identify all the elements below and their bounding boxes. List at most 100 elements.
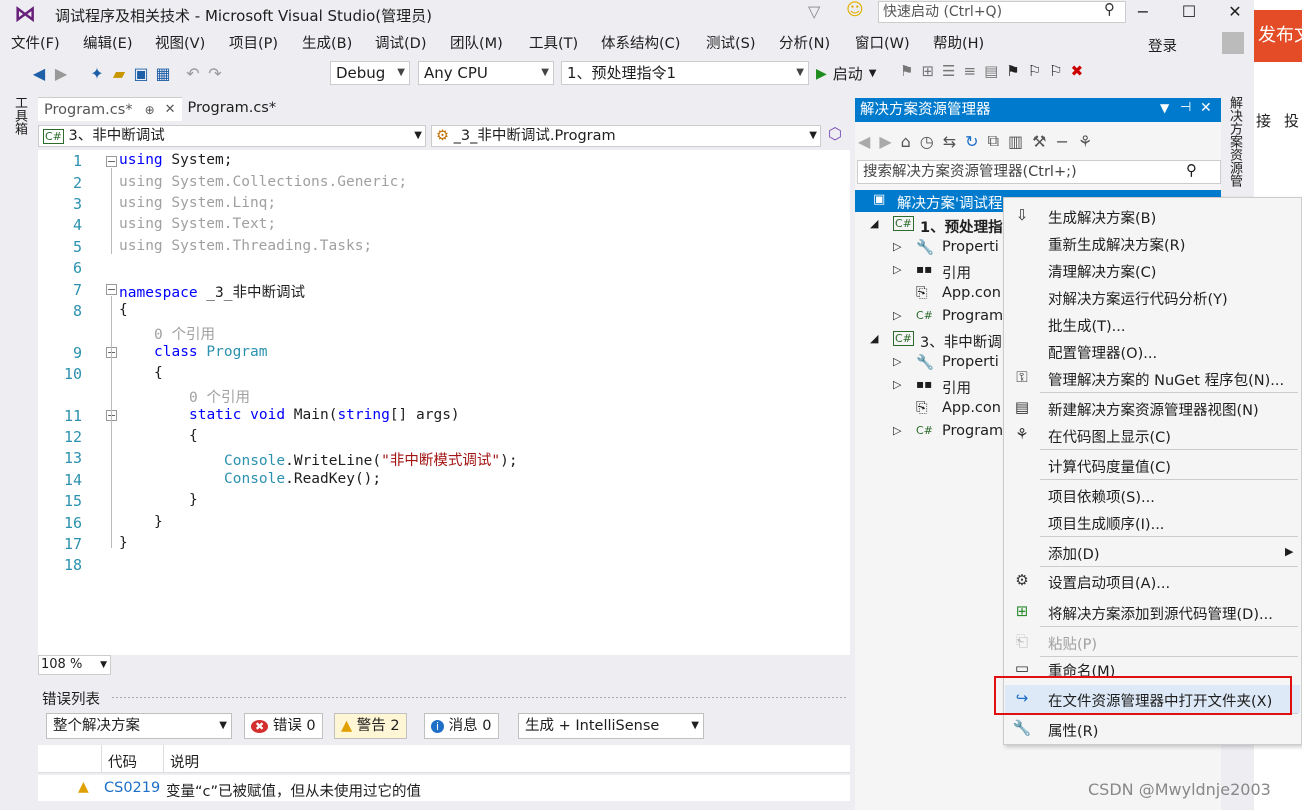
search-icon[interactable]: ⚲ — [1186, 161, 1197, 179]
step-icon[interactable]: ⊞ — [921, 62, 934, 80]
menu-test[interactable]: 测试(S) — [706, 31, 756, 57]
close-icon[interactable]: ✕ — [1200, 100, 1212, 116]
messages-filter-button[interactable]: i 消息 0 — [424, 713, 499, 739]
forward-icon[interactable]: ▶ — [50, 64, 72, 83]
menu-team[interactable]: 团队(M) — [450, 31, 503, 57]
platform-select[interactable]: Any CPU ▼ — [418, 61, 554, 85]
preview-icon[interactable]: − — [1055, 132, 1068, 151]
undo-icon[interactable]: ↶ — [182, 64, 204, 83]
menu-edit[interactable]: 编辑(E) — [83, 31, 132, 57]
tree-item-properties[interactable]: Properti — [942, 354, 999, 370]
menu-item-code-metrics[interactable]: 计算代码度量值(C) — [1048, 456, 1171, 477]
login-link[interactable]: 登录 — [1148, 35, 1177, 56]
expand-icon[interactable]: ◢ — [870, 217, 878, 230]
align-icon[interactable]: ☰ — [942, 62, 955, 80]
attach-icon[interactable]: ⚑ — [900, 62, 913, 80]
reference-count[interactable]: 0 个引用 — [189, 386, 250, 407]
tree-item-properties[interactable]: Properti — [942, 239, 999, 255]
close-icon[interactable]: ✕ — [165, 99, 176, 121]
fold-toggle[interactable]: − — [106, 156, 117, 167]
forward-icon[interactable]: ▶ — [879, 132, 891, 151]
tree-item-project1[interactable]: 1、预处理指 — [920, 216, 1003, 237]
zoom-select[interactable]: 108 % ▼ — [38, 655, 111, 675]
config-select[interactable]: Debug ▼ — [330, 61, 410, 85]
menu-build[interactable]: 生成(B) — [302, 31, 352, 57]
solution-explorer-side-tab[interactable]: 解决方案资源管 — [1225, 96, 1244, 187]
show-all-files-icon[interactable]: ▥ — [1008, 132, 1023, 151]
menu-view[interactable]: 视图(V) — [155, 31, 205, 57]
reference-count[interactable]: 0 个引用 — [154, 323, 215, 344]
menu-analyze[interactable]: 分析(N) — [779, 31, 830, 57]
menu-item-new-view[interactable]: 新建解决方案资源管理器视图(N) — [1048, 399, 1259, 420]
dropdown-icon[interactable]: ▼ — [1160, 101, 1169, 115]
collapse-icon[interactable]: ▷ — [893, 424, 901, 437]
save-icon[interactable]: ▣ — [130, 64, 152, 83]
fold-toggle[interactable]: − — [106, 284, 117, 295]
column-description[interactable]: 说明 — [170, 751, 199, 772]
build-filter-select[interactable]: 生成 + IntelliSense ▼ — [518, 713, 704, 739]
collapse-icon[interactable]: ▷ — [893, 309, 901, 322]
tree-item-references[interactable]: 引用 — [942, 377, 971, 398]
pin-icon[interactable]: ⊣ — [1180, 100, 1191, 115]
bookmark-next-icon[interactable]: ⚐ — [1049, 62, 1062, 80]
menu-architecture[interactable]: 体系结构(C) — [601, 31, 680, 57]
bookmark-clear-icon[interactable]: ✖ — [1071, 62, 1084, 80]
tree-item-program[interactable]: Program — [942, 308, 1003, 324]
maximize-button[interactable]: ☐ — [1166, 0, 1212, 26]
startup-project-select[interactable]: 1、预处理指令1 ▼ — [561, 61, 809, 85]
scope-select[interactable]: 整个解决方案 ▼ — [46, 713, 232, 739]
bookmark-prev-icon[interactable]: ⚐ — [1028, 62, 1041, 80]
avatar[interactable] — [1222, 32, 1244, 54]
warnings-filter-button[interactable]: ▲ 警告 2 — [334, 713, 407, 739]
class-nav-select[interactable]: ⚙ _3_非中断调试.Program ▼ — [431, 125, 821, 147]
menu-project[interactable]: 项目(P) — [229, 31, 278, 57]
menu-window[interactable]: 窗口(W) — [855, 31, 910, 57]
code-map-icon[interactable]: ⚘ — [1078, 132, 1092, 151]
menu-item-set-startup[interactable]: 设置启动项目(A)... — [1048, 572, 1170, 593]
comment-icon[interactable]: ▤ — [984, 62, 998, 80]
tree-item-appconfig[interactable]: App.con — [942, 400, 1001, 416]
member-nav-icon[interactable]: ⬡ — [828, 124, 842, 143]
menu-item-properties[interactable]: 属性(R) — [1048, 720, 1098, 741]
collapse-icon[interactable]: ▷ — [893, 378, 901, 391]
open-file-icon[interactable]: ▰ — [108, 64, 130, 83]
menu-item-source-control[interactable]: 将解决方案添加到源代码管理(D)... — [1048, 603, 1273, 624]
menu-item-code-analysis[interactable]: 对解决方案运行代码分析(Y) — [1048, 288, 1228, 309]
menu-item-dependencies[interactable]: 项目依赖项(S)... — [1048, 486, 1155, 507]
project-nav-select[interactable]: C# 3、非中断调试 ▼ — [38, 125, 426, 147]
menu-item-clean-solution[interactable]: 清理解决方案(C) — [1048, 261, 1156, 282]
menu-item-batch-build[interactable]: 批生成(T)... — [1048, 315, 1126, 336]
minimize-button[interactable]: − — [1120, 0, 1166, 26]
menu-item-paste[interactable]: 粘贴(P) — [1048, 633, 1097, 654]
tree-item-references[interactable]: 引用 — [942, 262, 971, 283]
error-code-link[interactable]: CS0219 — [104, 780, 160, 796]
toolbox-tab[interactable]: 工具箱 — [10, 96, 29, 135]
menu-item-build-order[interactable]: 项目生成顺序(I)... — [1048, 513, 1164, 534]
tree-item-solution[interactable]: 解决方案'调试程序及相关技术'(2 个项目) — [897, 192, 1003, 213]
bookmark-icon[interactable]: ⚑ — [1006, 62, 1019, 80]
menu-item-show-code-map[interactable]: 在代码图上显示(C) — [1048, 426, 1171, 447]
back-icon[interactable]: ◀ — [28, 64, 50, 83]
new-project-icon[interactable]: ✦ — [86, 64, 108, 83]
tree-item-program[interactable]: Program — [942, 423, 1003, 439]
history-icon[interactable]: ◷ — [920, 132, 934, 151]
menu-tools[interactable]: 工具(T) — [529, 31, 578, 57]
tab-program-preview[interactable]: Program.cs* ⊕ ✕ — [38, 97, 182, 121]
solution-search-input[interactable]: 搜索解决方案资源管理器(Ctrl+;) — [857, 160, 1221, 184]
quick-launch-input[interactable]: 快速启动 (Ctrl+Q) — [878, 1, 1126, 23]
expand-icon[interactable]: ◢ — [870, 332, 878, 345]
redo-icon[interactable]: ↷ — [204, 64, 226, 83]
collapse-icon[interactable]: ▷ — [893, 240, 901, 253]
filter-icon[interactable]: ▽ — [808, 2, 820, 21]
menu-item-build-solution[interactable]: 生成解决方案(B) — [1048, 207, 1156, 228]
tree-item-appconfig[interactable]: App.con — [942, 285, 1001, 301]
tree-item-project2[interactable]: 3、非中断调 — [920, 331, 1002, 352]
indent-icon[interactable]: ≡ — [963, 62, 976, 80]
menu-help[interactable]: 帮助(H) — [933, 31, 984, 57]
back-icon[interactable]: ◀ — [858, 132, 870, 151]
errors-filter-button[interactable]: ✖ 错误 0 — [244, 713, 323, 739]
close-button[interactable]: ✕ — [1212, 0, 1258, 26]
menu-item-rebuild-solution[interactable]: 重新生成解决方案(R) — [1048, 234, 1185, 255]
menu-debug[interactable]: 调试(D) — [375, 31, 426, 57]
menu-item-nuget[interactable]: 管理解决方案的 NuGet 程序包(N)... — [1048, 369, 1284, 390]
